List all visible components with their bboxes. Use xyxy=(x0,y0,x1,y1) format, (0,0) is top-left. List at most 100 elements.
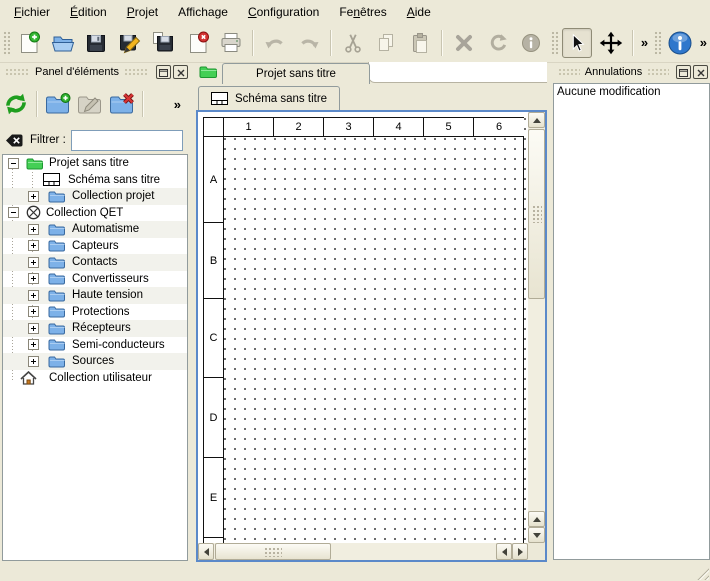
new-category-button[interactable] xyxy=(43,89,73,119)
expand-icon[interactable] xyxy=(28,224,39,235)
horizontal-scrollbar[interactable] xyxy=(198,543,528,560)
elements-panel-titlebar[interactable]: Panel d'éléments xyxy=(0,62,190,82)
tree-item-schema[interactable]: Schéma sans titre xyxy=(3,172,187,189)
menu-aide[interactable]: Aide xyxy=(397,3,441,21)
frame-column-headers: 1 2 3 4 5 6 xyxy=(204,118,523,137)
tree-item-contacts[interactable]: Contacts xyxy=(3,254,187,271)
scroll-left-button-right[interactable] xyxy=(496,543,512,560)
scroll-left-button[interactable] xyxy=(198,543,214,560)
project-window-icon[interactable] xyxy=(199,65,218,82)
undo-panel-titlebar[interactable]: Annulations xyxy=(553,62,710,82)
tree-item-label: Convertisseurs xyxy=(72,273,149,285)
menu-fichier[interactable]: Fichier xyxy=(4,3,60,21)
collapse-icon[interactable] xyxy=(8,158,19,169)
expand-icon[interactable] xyxy=(28,339,39,350)
panel-toolbar-overflow-button[interactable]: » xyxy=(171,97,184,112)
tree-item-protections[interactable]: Protections xyxy=(3,304,187,321)
tree-item-label: Projet sans titre xyxy=(49,157,129,169)
element-info-button[interactable] xyxy=(517,28,547,58)
redo-button[interactable] xyxy=(294,28,324,58)
scroll-up-button-bottom[interactable] xyxy=(528,511,545,527)
close-panel-button[interactable] xyxy=(693,65,708,79)
rotate-button[interactable] xyxy=(483,28,513,58)
expand-icon[interactable] xyxy=(28,323,39,334)
tree-item-haute-tension[interactable]: Haute tension xyxy=(3,287,187,304)
menu-label: ide xyxy=(415,5,431,19)
paste-button[interactable] xyxy=(405,28,435,58)
filter-input[interactable] xyxy=(71,130,183,151)
green-folder-icon xyxy=(26,157,44,170)
expand-icon[interactable] xyxy=(28,273,39,284)
tree-item-convertisseurs[interactable]: Convertisseurs xyxy=(3,271,187,288)
rotate-icon xyxy=(487,32,509,54)
tree-item-semi-conducteurs[interactable]: Semi-conducteurs xyxy=(3,337,187,354)
scroll-down-button[interactable] xyxy=(528,527,545,543)
toolbar-overflow-button[interactable]: » xyxy=(638,35,651,50)
menu-affichage[interactable]: Affichage xyxy=(168,3,238,21)
menu-projet[interactable]: Projet xyxy=(117,3,168,21)
tab-bar-empty-area xyxy=(368,62,547,83)
clear-filter-icon[interactable] xyxy=(5,133,24,148)
tab-schema-sans-titre[interactable]: Schéma sans titre xyxy=(198,86,340,110)
tree-item-project[interactable]: Projet sans titre xyxy=(3,155,187,172)
tree-item-label: Protections xyxy=(72,306,130,318)
open-project-button[interactable] xyxy=(48,28,78,58)
scroll-right-button[interactable] xyxy=(512,543,528,560)
new-project-button[interactable] xyxy=(14,28,44,58)
tree-item-collection-projet[interactable]: Collection projet xyxy=(3,188,187,205)
expand-icon[interactable] xyxy=(28,356,39,367)
select-mode-button[interactable] xyxy=(562,28,592,58)
toolbar-drag-handle[interactable] xyxy=(550,30,558,56)
tab-projet-sans-titre[interactable]: Projet sans titre xyxy=(222,63,370,84)
toolbar-separator xyxy=(632,30,634,56)
elements-tree[interactable]: Projet sans titre Schéma sans titre Coll… xyxy=(2,154,188,561)
float-panel-button[interactable] xyxy=(156,65,171,79)
expand-icon[interactable] xyxy=(28,240,39,251)
reload-collections-button[interactable] xyxy=(1,89,31,119)
menu-fenetres[interactable]: Fenêtres xyxy=(329,3,396,21)
undo-history-list[interactable]: Aucune modification xyxy=(553,83,710,560)
tree-item-collection-utilisateur[interactable]: Collection utilisateur xyxy=(3,370,187,387)
toolbar-overflow-button[interactable]: » xyxy=(697,35,710,50)
expand-icon[interactable] xyxy=(28,191,39,202)
collapse-icon[interactable] xyxy=(8,207,19,218)
cut-button[interactable] xyxy=(338,28,368,58)
float-panel-button[interactable] xyxy=(676,65,691,79)
close-file-button[interactable] xyxy=(183,28,213,58)
expand-icon[interactable] xyxy=(28,290,39,301)
scroll-up-button[interactable] xyxy=(528,112,545,128)
undo-list-item[interactable]: Aucune modification xyxy=(554,84,709,100)
delete-category-button[interactable] xyxy=(107,89,137,119)
copy-button[interactable] xyxy=(372,28,402,58)
toolbar-drag-handle[interactable] xyxy=(2,30,10,56)
vertical-scroll-thumb[interactable] xyxy=(528,129,545,299)
blue-folder-icon xyxy=(48,305,66,318)
expand-icon[interactable] xyxy=(28,257,39,268)
close-panel-button[interactable] xyxy=(173,65,188,79)
vertical-scrollbar[interactable] xyxy=(528,112,545,543)
menu-configuration[interactable]: Configuration xyxy=(238,3,329,21)
delete-button[interactable] xyxy=(449,28,479,58)
tree-item-sources[interactable]: Sources xyxy=(3,353,187,370)
undo-button[interactable] xyxy=(260,28,290,58)
toolbar-drag-handle[interactable] xyxy=(653,30,661,56)
print-button[interactable] xyxy=(217,28,247,58)
save-button[interactable] xyxy=(81,28,111,58)
save-all-button[interactable] xyxy=(149,28,179,58)
tree-item-recepteurs[interactable]: Récepteurs xyxy=(3,320,187,337)
tree-item-collection-qet[interactable]: Collection QET xyxy=(3,205,187,222)
edit-category-button[interactable] xyxy=(75,89,105,119)
save-as-button[interactable] xyxy=(115,28,145,58)
scissors-icon xyxy=(342,32,364,54)
zoom-info-button[interactable] xyxy=(665,28,695,58)
tree-item-automatisme[interactable]: Automatisme xyxy=(3,221,187,238)
expand-icon[interactable] xyxy=(28,306,39,317)
menu-edition[interactable]: Édition xyxy=(60,3,117,21)
tree-item-capteurs[interactable]: Capteurs xyxy=(3,238,187,255)
schema-canvas[interactable]: 1 2 3 4 5 6 A B C D E xyxy=(198,112,528,543)
move-mode-button[interactable] xyxy=(596,28,626,58)
toolbar-separator xyxy=(36,91,38,117)
resize-grip[interactable] xyxy=(694,565,709,580)
arrow-up-icon xyxy=(533,118,541,123)
horizontal-scroll-thumb[interactable] xyxy=(215,543,331,560)
